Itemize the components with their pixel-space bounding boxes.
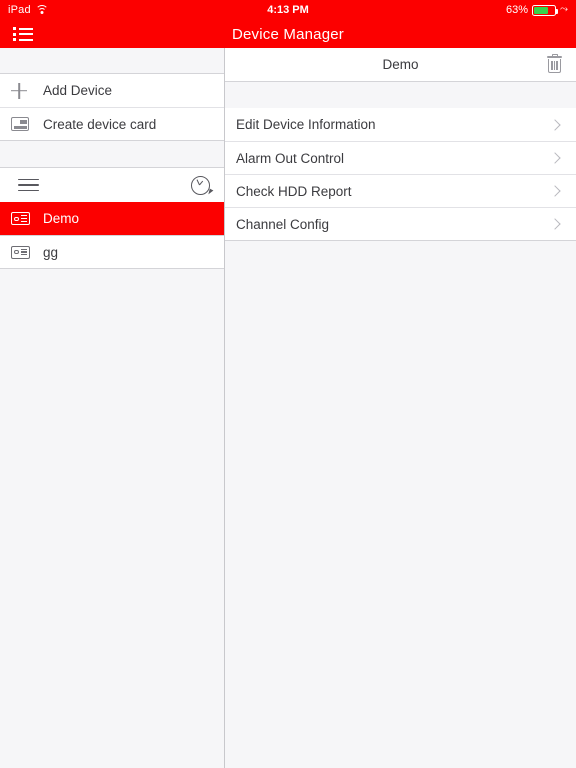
sidebar-item-device-gg[interactable]: gg [0, 235, 224, 268]
menu-item-label: Check HDD Report [236, 184, 551, 199]
detail-empty-area [225, 241, 576, 768]
detail-panel: Demo Edit Device Information Alarm Out C [225, 48, 576, 768]
menu-item-check-hdd-report[interactable]: Check HDD Report [225, 174, 576, 207]
page-title: Device Manager [0, 26, 576, 43]
sidebar-item-label: Create device card [43, 117, 156, 132]
content-area: Add Device Create device card [0, 48, 576, 768]
hamburger-icon[interactable] [18, 179, 39, 192]
menu-item-alarm-out-control[interactable]: Alarm Out Control [225, 141, 576, 174]
navigation-bar: Device Manager [0, 20, 576, 48]
sidebar-item-label: Add Device [43, 83, 112, 98]
battery-percent-label: 63% [506, 4, 528, 16]
detail-menu-list: Edit Device Information Alarm Out Contro… [225, 108, 576, 241]
sidebar-item-create-device-card[interactable]: Create device card [0, 107, 224, 140]
sidebar-top-spacer [0, 48, 224, 73]
sidebar-item-device-demo[interactable]: Demo [0, 202, 224, 235]
chevron-right-icon [549, 152, 560, 163]
sidebar: Add Device Create device card [0, 48, 225, 768]
sidebar-devices-group: Demo gg [0, 167, 224, 269]
plus-icon [11, 83, 43, 99]
chevron-right-icon [549, 185, 560, 196]
sidebar-device-toolbar [0, 168, 224, 202]
dvr-device-icon [11, 246, 43, 259]
menu-item-edit-device-information[interactable]: Edit Device Information [225, 108, 576, 141]
device-name-label: gg [43, 245, 58, 260]
clock-history-icon[interactable] [191, 176, 210, 195]
menu-item-label: Edit Device Information [236, 117, 551, 132]
charging-bolt-icon: ⤳ [560, 5, 568, 15]
battery-icon [532, 5, 556, 16]
menu-item-channel-config[interactable]: Channel Config [225, 207, 576, 240]
device-manager-app: iPad 4:13 PM 63% ⤳ Device Manager [0, 0, 576, 768]
sidebar-toggle-button[interactable] [0, 20, 46, 48]
detail-top-spacer [225, 82, 576, 108]
sidebar-item-add-device[interactable]: Add Device [0, 74, 224, 107]
device-name-label: iPad [8, 4, 31, 16]
device-card-icon [11, 117, 43, 131]
status-bar-clock: 4:13 PM [0, 4, 576, 16]
detail-title: Demo [382, 57, 418, 72]
status-bar-left: iPad [8, 4, 49, 16]
sidebar-actions-group: Add Device Create device card [0, 73, 224, 141]
device-name-label: Demo [43, 211, 79, 226]
status-bar: iPad 4:13 PM 63% ⤳ [0, 0, 576, 20]
menu-item-label: Alarm Out Control [236, 151, 551, 166]
chevron-right-icon [549, 119, 560, 130]
delete-device-button[interactable] [543, 48, 566, 81]
chevron-right-icon [549, 218, 560, 229]
menu-item-label: Channel Config [236, 217, 551, 232]
sidebar-mid-spacer [0, 141, 224, 167]
bullet-list-icon [13, 27, 33, 41]
dvr-device-icon [11, 212, 43, 225]
status-bar-right: 63% ⤳ [506, 4, 568, 16]
sidebar-empty-area [0, 269, 224, 768]
trash-icon [547, 56, 562, 73]
detail-header: Demo [225, 48, 576, 82]
wifi-icon [36, 5, 49, 15]
